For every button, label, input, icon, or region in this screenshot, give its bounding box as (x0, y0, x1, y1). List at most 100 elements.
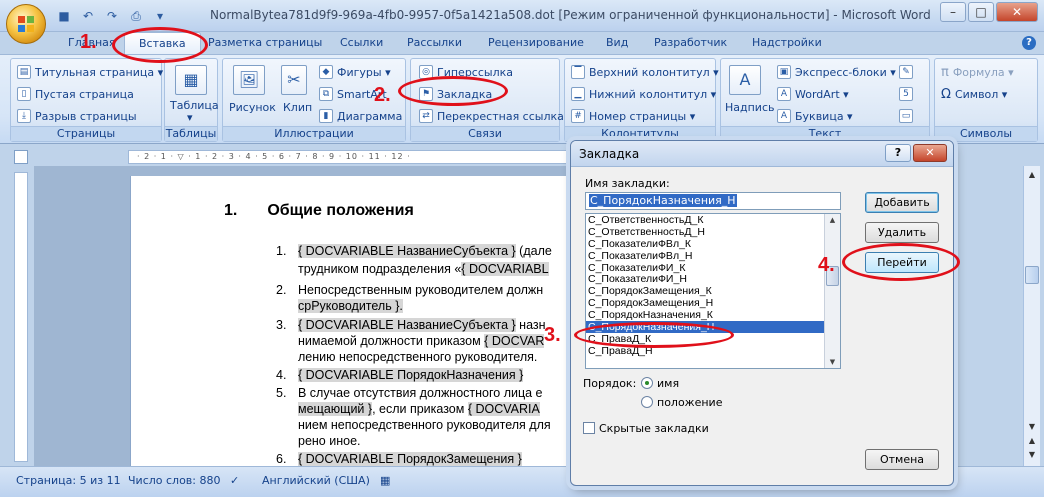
scroll-thumb[interactable] (1025, 266, 1039, 284)
order-name-radio[interactable] (641, 377, 653, 389)
list-item[interactable]: С_ПоказателиФИ_К (586, 262, 840, 274)
maximize-button[interactable]: □ (968, 2, 994, 22)
group-label-header-footer: Колонтитулы (565, 126, 715, 141)
qat-more-icon[interactable]: ▾ (152, 8, 168, 24)
blank-page-button[interactable]: ▯ Пустая страница (17, 87, 134, 101)
save-icon[interactable]: ■ (56, 8, 72, 24)
list-item[interactable]: С_ПорядокЗамещения_К (586, 285, 840, 297)
vertical-scrollbar[interactable]: ▲ ▼ ▲ ▼ (1023, 166, 1040, 466)
status-language[interactable]: Английский (США) (262, 474, 370, 487)
delete-button[interactable]: Удалить (865, 222, 939, 243)
status-words[interactable]: Число слов: 880 (128, 474, 221, 487)
list-item[interactable]: С_ОтветственностьД_Н (586, 226, 840, 238)
list-scroll-up-icon[interactable]: ▲ (827, 214, 838, 226)
document-line[interactable]: лению непосредственного руководителя. (298, 350, 537, 364)
redo-icon[interactable]: ↷ (104, 8, 120, 24)
tab-references[interactable]: Ссылки (340, 36, 383, 49)
object-button[interactable]: ▭ (899, 109, 913, 123)
ruler-toggle-button[interactable] (14, 150, 28, 164)
hidden-bookmarks-checkbox[interactable] (583, 422, 595, 434)
close-button[interactable]: ✕ (996, 2, 1038, 22)
tab-view[interactable]: Вид (606, 36, 628, 49)
list-number: 6. (276, 452, 287, 466)
document-line[interactable]: срРуководитель }. (298, 299, 403, 313)
quick-parts-button[interactable]: ▣ Экспресс-блоки ▾ (777, 65, 896, 79)
textbox-icon[interactable]: A (729, 65, 761, 95)
picture-button[interactable]: Рисунок (229, 101, 276, 114)
list-item[interactable]: С_ПоказателиФВл_Н (586, 250, 840, 262)
list-item[interactable]: С_ПорядокЗамещения_Н (586, 297, 840, 309)
signature-line-button[interactable]: ✎ (899, 65, 913, 79)
document-line[interactable]: 1. { DOCVARIABLE НазваниеСубъекта } (дале (276, 244, 552, 258)
document-line[interactable]: 2. Непосредственным руководителем должн (276, 283, 543, 297)
group-pages: ▤ Титульная страница ▾ ▯ Пустая страница ⤓… (10, 58, 163, 142)
document-text: назн (515, 318, 546, 332)
vertical-ruler[interactable] (14, 172, 28, 462)
chart-button[interactable]: ▮ Диаграмма (319, 109, 402, 123)
footer-button[interactable]: ▁ Нижний колонтитул ▾ (571, 87, 716, 101)
clip-icon[interactable]: ✂ (281, 65, 307, 95)
order-position-radio[interactable] (641, 396, 653, 408)
document-line[interactable]: 5. В случае отсутствия должностного лица … (276, 386, 543, 400)
table-dropdown[interactable]: ▾ (187, 111, 193, 124)
document-line[interactable]: 3. { DOCVARIABLE НазваниеСубъекта } назн (276, 318, 546, 332)
list-item[interactable]: С_ПорядокНазначения_К (586, 309, 840, 321)
document-line[interactable]: 6. { DOCVARIABLE ПорядокЗамещения } (276, 452, 522, 466)
prev-page-icon[interactable]: ▲ (1025, 434, 1039, 448)
list-item[interactable]: С_ПоказателиФВл_К (586, 238, 840, 250)
header-button[interactable]: ▔ Верхний колонтитул ▾ (571, 65, 719, 79)
next-page-icon[interactable]: ▼ (1025, 448, 1039, 462)
proofing-icon[interactable]: ✓ (230, 474, 239, 487)
tab-developer[interactable]: Разработчик (654, 36, 727, 49)
annotation-step-3: 3. (544, 324, 561, 346)
bookmark-name-input[interactable]: С_ПорядокНазначения_Н (585, 192, 841, 210)
picture-icon[interactable]: 🖼 (233, 65, 265, 95)
tab-page-layout[interactable]: Разметка страницы (208, 36, 322, 49)
date-time-icon: 5 (899, 87, 913, 101)
document-line[interactable]: рено иное. (298, 434, 361, 448)
print-preview-icon[interactable]: ⎙ (128, 8, 144, 24)
order-label: Порядок: (583, 377, 637, 390)
office-button[interactable] (6, 4, 46, 44)
status-page[interactable]: Страница: 5 из 11 (16, 474, 121, 487)
bookmark-list-scrollbar[interactable]: ▲ ▼ (824, 214, 840, 368)
dialog-help-button[interactable]: ? (885, 144, 911, 162)
page-number-button[interactable]: # Номер страницы ▾ (571, 109, 695, 123)
undo-icon[interactable]: ↶ (80, 8, 96, 24)
macro-icon[interactable]: ▦ (380, 474, 390, 487)
document-line[interactable]: 4. { DOCVARIABLE ПорядокНазначения } (276, 368, 524, 382)
dialog-close-button[interactable]: ✕ (913, 144, 947, 162)
help-icon[interactable]: ? (1022, 36, 1036, 50)
textbox-button[interactable]: Надпись (725, 101, 775, 114)
list-item[interactable]: С_ПоказателиФИ_Н (586, 273, 840, 286)
horizontal-ruler[interactable]: · 2 · 1 · ▽ · 1 · 2 · 3 · 4 · 5 · 6 · 7 … (128, 150, 570, 164)
document-line[interactable]: трудником подразделения «{ DOCVARIABL (298, 262, 549, 276)
tab-addins[interactable]: Надстройки (752, 36, 822, 49)
equation-button[interactable]: π Формула ▾ (941, 65, 1014, 80)
tab-review[interactable]: Рецензирование (488, 36, 584, 49)
shapes-button[interactable]: ◆ Фигуры ▾ (319, 65, 391, 79)
cross-reference-icon: ⇄ (419, 109, 433, 123)
list-number: 3. (276, 318, 287, 332)
list-scroll-down-icon[interactable]: ▼ (827, 356, 838, 368)
wordart-button[interactable]: A WordArt ▾ (777, 87, 849, 101)
clip-button[interactable]: Клип (283, 101, 312, 114)
symbol-button[interactable]: Ω Символ ▾ (941, 87, 1007, 102)
dropcap-button[interactable]: A Буквица ▾ (777, 109, 853, 123)
cancel-button[interactable]: Отмена (865, 449, 939, 470)
document-line[interactable]: нимаемой должности приказом { DOCVAR (298, 334, 545, 348)
table-button[interactable]: Таблица (170, 99, 219, 112)
cover-page-button[interactable]: ▤ Титульная страница ▾ (17, 65, 163, 79)
list-item[interactable]: С_ОтветственностьД_К (586, 214, 840, 226)
document-line[interactable]: нием непосредственного руководителя для (298, 418, 551, 432)
scroll-down-icon[interactable]: ▼ (1025, 420, 1039, 434)
scroll-up-icon[interactable]: ▲ (1025, 168, 1039, 182)
page-break-button[interactable]: ⤓ Разрыв страницы (17, 109, 137, 123)
date-time-button[interactable]: 5 (899, 87, 913, 101)
cross-reference-button[interactable]: ⇄ Перекрестная ссылка (419, 109, 564, 123)
minimize-button[interactable]: – (940, 2, 966, 22)
add-button[interactable]: Добавить (865, 192, 939, 213)
tab-mailings[interactable]: Рассылки (407, 36, 462, 49)
table-icon[interactable]: ▦ (175, 65, 207, 95)
document-line[interactable]: мещающий }, если приказом { DOCVARIA (298, 402, 540, 416)
